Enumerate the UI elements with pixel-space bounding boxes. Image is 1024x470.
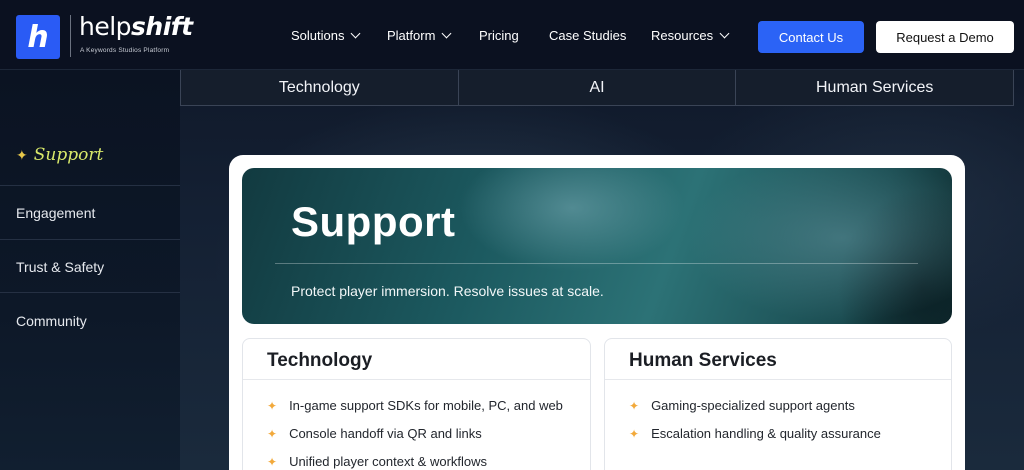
sidebar-item-label: Support <box>33 145 104 165</box>
diamond-bullet-icon: ✦ <box>267 426 278 441</box>
sidebar-divider <box>0 185 180 186</box>
request-demo-button[interactable]: Request a Demo <box>876 21 1014 53</box>
sidebar-item-trust-safety[interactable]: Trust & Safety <box>16 259 180 275</box>
sidebar-item-community[interactable]: Community <box>16 313 180 329</box>
nav-label: Solutions <box>291 28 345 43</box>
nav-label: Case Studies <box>549 28 627 43</box>
sidebar-item-engagement[interactable]: Engagement <box>16 205 180 221</box>
nav-platform[interactable]: Platform <box>387 28 452 43</box>
tab-ai[interactable]: AI <box>459 70 737 105</box>
nav-case-studies[interactable]: Case Studies <box>549 28 626 43</box>
chevron-down-icon <box>441 28 452 39</box>
logo-icon[interactable]: h <box>16 15 60 59</box>
nav-resources[interactable]: Resources <box>651 28 730 43</box>
list-item-text: Gaming-specialized support agents <box>651 398 855 413</box>
logo-tagline: A Keywords Studios Platform <box>80 47 170 54</box>
card-divider <box>243 379 590 380</box>
wordmark-bold: shift <box>131 12 193 41</box>
technology-card: Technology ✦ In-game support SDKs for mob… <box>242 338 591 470</box>
nav-label: Pricing <box>479 28 519 43</box>
list-item-text: Console handoff via QR and links <box>289 426 482 441</box>
list-item-text: Unified player context & workflows <box>289 454 488 469</box>
nav-label: Platform <box>387 28 436 43</box>
list-item: ✦ Unified player context & workflows <box>267 454 487 469</box>
hero-divider <box>275 263 918 264</box>
wordmark-light: help <box>79 12 132 41</box>
hero-banner: Support Protect player immersion. Resolv… <box>242 168 952 324</box>
list-item: ✦ Gaming-specialized support agents <box>629 398 855 413</box>
diamond-bullet-icon: ✦ <box>267 454 278 469</box>
nav-label: Resources <box>651 28 714 43</box>
nav-solutions[interactable]: Solutions <box>291 28 361 43</box>
tab-human-services[interactable]: Human Services <box>736 70 1013 105</box>
sidebar-divider <box>0 239 180 240</box>
category-tabs: Technology AI Human Services <box>180 70 1014 106</box>
hero-subtitle: Protect player immersion. Resolve issues… <box>291 283 604 299</box>
tab-technology[interactable]: Technology <box>181 70 459 105</box>
card-title: Technology <box>267 350 373 371</box>
top-header: h helpshift A Keywords Studios Platform … <box>0 0 1024 70</box>
list-item-text: Escalation handling & quality assurance <box>651 426 881 441</box>
list-item: ✦ Console handoff via QR and links <box>267 426 482 441</box>
contact-us-button[interactable]: Contact Us <box>758 21 864 53</box>
human-services-card: Human Services ✦ Gaming-specialized suppo… <box>604 338 952 470</box>
sidebar-item-support[interactable]: ✦ Support <box>16 145 180 165</box>
diamond-bullet-icon: ✦ <box>629 398 640 413</box>
list-item-text: In-game support SDKs for mobile, PC, and… <box>289 398 563 413</box>
list-item: ✦ In-game support SDKs for mobile, PC, an… <box>267 398 563 413</box>
card-divider <box>605 379 951 380</box>
diamond-bullet-icon: ✦ <box>267 398 278 413</box>
sidebar-divider <box>0 292 180 293</box>
chevron-down-icon <box>719 28 730 39</box>
nav-pricing[interactable]: Pricing <box>479 28 519 43</box>
card-title: Human Services <box>629 350 777 371</box>
logo-divider <box>70 15 71 57</box>
logo-wordmark[interactable]: helpshift <box>79 12 193 41</box>
list-item: ✦ Escalation handling & quality assurance <box>629 426 881 441</box>
diamond-bullet-icon: ✦ <box>629 426 640 441</box>
chevron-down-icon <box>351 28 361 39</box>
sparkle-icon: ✦ <box>16 148 28 164</box>
hero-title: Support <box>291 198 456 245</box>
